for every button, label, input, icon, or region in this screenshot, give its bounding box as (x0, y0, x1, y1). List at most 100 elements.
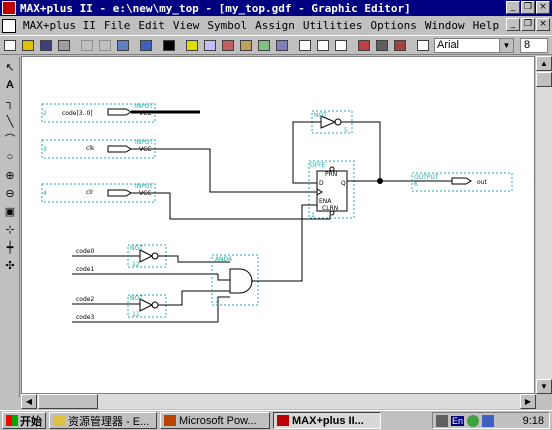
save-simulate-icon[interactable] (392, 37, 408, 53)
gate-number: 12 (132, 261, 140, 268)
font-select[interactable]: Arial ▼ (434, 38, 514, 53)
menu-maxplus[interactable]: MAX+plus II (19, 19, 100, 32)
minimize-button[interactable]: _ (506, 1, 520, 14)
text-icon[interactable] (333, 37, 349, 53)
dff-pin-label: D (319, 180, 324, 187)
input-language-indicator[interactable]: En (451, 415, 465, 426)
undo-icon[interactable] (138, 37, 154, 53)
primitive-label: NOT (130, 295, 143, 302)
cut-icon[interactable] (79, 37, 95, 53)
task-powerpoint[interactable]: Microsoft Pow... (160, 412, 270, 429)
pointer-icon[interactable]: ↖ (2, 59, 18, 75)
primitive-label: INPUT (135, 103, 153, 110)
menu-edit[interactable]: Edit (134, 19, 169, 32)
input-pin-symbol (107, 108, 132, 116)
probe-icon[interactable] (415, 37, 431, 53)
context-help-icon[interactable] (161, 37, 177, 53)
menu-view[interactable]: View (169, 19, 204, 32)
disconnect-icon[interactable]: ✣ (2, 257, 18, 273)
start-label: 开始 (20, 415, 42, 428)
scroll-right-icon[interactable]: ▶ (520, 394, 536, 409)
system-tray: En 9:18 (432, 412, 550, 429)
restore-button[interactable]: ❐ (521, 1, 535, 14)
arc-icon[interactable]: ⌒ (2, 131, 18, 147)
paste-icon[interactable] (115, 37, 131, 53)
print-icon[interactable] (56, 37, 72, 53)
doc-minimize-button[interactable]: _ (506, 18, 520, 31)
clock[interactable]: 9:18 (523, 415, 544, 427)
programmer-icon[interactable] (274, 37, 290, 53)
chevron-down-icon[interactable]: ▼ (499, 39, 513, 52)
connection-icon[interactable]: ┿ (2, 239, 18, 255)
menu-symbol[interactable]: Symbol (203, 19, 251, 32)
clock-triangle (316, 188, 323, 196)
primitive-label: DFFE (310, 162, 326, 169)
windows-logo-icon (6, 415, 18, 426)
document-icon[interactable] (2, 18, 16, 33)
scroll-down-icon[interactable]: ▼ (536, 379, 552, 394)
open-icon[interactable] (20, 37, 36, 53)
zoom-in-icon[interactable]: ⊕ (2, 167, 18, 183)
doc-close-button[interactable]: × (536, 18, 550, 31)
speaker-icon[interactable] (436, 414, 448, 427)
scroll-thumb[interactable] (38, 394, 98, 409)
diagonal-line-icon[interactable]: ╲ (2, 113, 18, 129)
symbol-icon[interactable] (297, 37, 313, 53)
new-icon[interactable] (2, 37, 18, 53)
scroll-left-icon[interactable]: ◀ (21, 394, 37, 409)
font-size-select[interactable]: 8 (520, 38, 548, 53)
font-value: Arial (437, 39, 460, 51)
hierarchy-icon[interactable] (184, 37, 200, 53)
save-check-icon[interactable] (356, 37, 372, 53)
orthogonal-line-icon[interactable]: ┐ (2, 95, 18, 111)
schematic-canvas[interactable]: 2 code[3..0] INPUT VCC 3 clk INPUT VCC 4… (21, 56, 535, 394)
close-button[interactable]: × (536, 1, 550, 14)
rubberband-icon[interactable]: ⊹ (2, 221, 18, 237)
task-label: MAX+plus II... (292, 414, 364, 427)
menu-utilities[interactable]: Utilities (299, 19, 367, 32)
save-icon[interactable] (38, 37, 54, 53)
menu-file[interactable]: File (100, 19, 135, 32)
assign-icon[interactable] (315, 37, 331, 53)
menu-window[interactable]: Window (421, 19, 469, 32)
task-maxplus[interactable]: MAX+plus II... (273, 412, 381, 429)
menu-help[interactable]: Help (469, 19, 504, 32)
zoom-out-icon[interactable]: ⊖ (2, 185, 18, 201)
menu-options[interactable]: Options (366, 19, 420, 32)
scroll-thumb[interactable] (536, 72, 552, 87)
menu-assign[interactable]: Assign (251, 19, 299, 32)
junction-dot (377, 178, 383, 184)
doc-restore-button[interactable]: ❐ (521, 18, 535, 31)
schematic-drawing: 2 code[3..0] INPUT VCC 3 clk INPUT VCC 4… (41, 103, 513, 323)
menu-bar: MAX+plus II File Edit View Symbol Assign… (0, 17, 552, 34)
task-explorer[interactable]: 资源管理器 - E... (49, 412, 157, 429)
compiler-icon[interactable] (220, 37, 236, 53)
input-pin-symbol (107, 145, 132, 153)
app-icon[interactable] (2, 1, 16, 15)
save-compile-icon[interactable] (374, 37, 390, 53)
primitive-label: INPUT (135, 139, 153, 146)
simulator-icon[interactable] (238, 37, 254, 53)
maxplus-icon (277, 415, 289, 426)
floorplan-icon[interactable] (202, 37, 218, 53)
vcc-label: VCC (139, 190, 151, 197)
code1-and-wire (217, 274, 230, 281)
fit-window-icon[interactable]: ▣ (2, 203, 18, 219)
text-tool-icon[interactable]: A (2, 77, 18, 93)
circle-icon[interactable]: ○ (2, 149, 18, 165)
network-icon[interactable] (482, 414, 495, 427)
primitive-label: AND4 (215, 256, 232, 263)
vertical-scrollbar[interactable]: ▲ ▼ (536, 56, 552, 394)
scroll-up-icon[interactable]: ▲ (536, 56, 552, 71)
start-button[interactable]: 开始 (2, 412, 46, 429)
taskbar: 开始 资源管理器 - E... Microsoft Pow... MAX+plu… (0, 410, 552, 430)
code3-and-wire (217, 296, 230, 322)
ime-icon[interactable] (467, 414, 480, 427)
horizontal-scrollbar[interactable]: ◀ ▶ (21, 394, 536, 409)
gate-number: 1 (311, 212, 315, 219)
timing-icon[interactable] (256, 37, 272, 53)
powerpoint-icon (164, 415, 176, 426)
copy-icon[interactable] (97, 37, 113, 53)
input-pin-symbol (107, 189, 132, 197)
not-b-out-wire (158, 290, 230, 306)
